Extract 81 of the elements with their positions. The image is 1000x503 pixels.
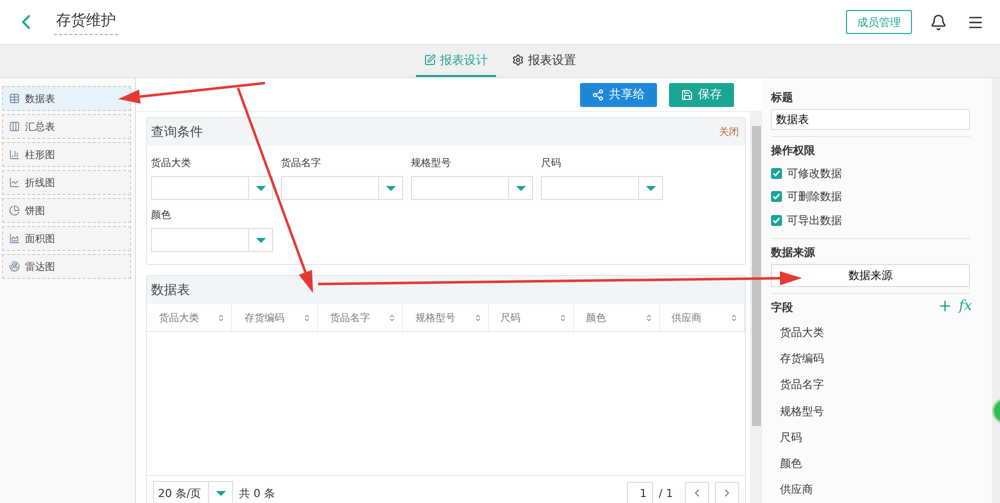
dropdown-icon (216, 490, 226, 496)
widget-icon (9, 261, 20, 272)
select-field[interactable] (281, 176, 403, 200)
section-label: 标题 (771, 90, 794, 105)
field-item[interactable]: 供应商 (771, 476, 970, 503)
tab[interactable]: 报表设置 (504, 45, 584, 77)
data-source-button[interactable]: 数据来源 (771, 264, 970, 287)
widget-item[interactable]: 数据表 (2, 86, 131, 111)
field-item[interactable]: 货品名字 (771, 372, 970, 398)
select-field[interactable] (151, 228, 273, 252)
prev-page-button[interactable] (685, 482, 709, 503)
column-header[interactable]: 货品名字 (318, 304, 404, 331)
next-page-button[interactable] (715, 482, 739, 503)
widget-item[interactable]: 雷达图 (2, 254, 131, 279)
dropdown-icon (646, 186, 656, 190)
page-total: / 1 (658, 486, 673, 500)
field-label: 货品大类 (151, 156, 192, 170)
widget-icon (9, 93, 20, 104)
total-count: 共 0 条 (239, 486, 275, 500)
column-header[interactable]: 规格型号 (403, 304, 489, 331)
sort-icon (302, 314, 311, 322)
settings-icon (512, 54, 524, 66)
column-header[interactable]: 尺码 (488, 304, 574, 331)
section-label: 数据来源 (771, 245, 816, 260)
sort-icon (644, 314, 653, 322)
scrollbar[interactable] (752, 126, 760, 426)
select-field[interactable] (411, 176, 533, 200)
field-item[interactable]: 规格型号 (771, 398, 970, 424)
sort-icon (388, 314, 396, 322)
save-icon (681, 88, 693, 100)
page-size-select[interactable]: 20 条/页 (153, 481, 233, 503)
widget-icon (9, 177, 20, 188)
widget-item[interactable]: 汇总表 (2, 114, 131, 139)
sort-icon (217, 314, 226, 322)
checkbox-label: 可修改数据 (787, 166, 842, 182)
column-header[interactable]: 供应商 (660, 304, 745, 331)
widget-item[interactable]: 饼图 (2, 198, 131, 223)
panel-title: 查询条件 (151, 124, 203, 141)
checkbox[interactable] (771, 168, 782, 180)
dropdown-icon (516, 186, 526, 190)
page-input[interactable]: 1 (626, 482, 653, 503)
checkbox-label: 可导出数据 (787, 212, 842, 228)
field-label: 颜色 (151, 208, 172, 222)
share-button[interactable]: 共享给 (580, 82, 657, 106)
field-item[interactable]: 颜色 (771, 450, 970, 477)
widget-icon (9, 233, 20, 244)
title-input[interactable]: 数据表 (771, 109, 970, 130)
dropdown-icon (256, 238, 266, 242)
column-header[interactable]: 存货编码 (232, 304, 318, 331)
bell-icon[interactable] (930, 14, 947, 30)
widget-item[interactable]: 面积图 (2, 226, 131, 251)
dropdown-icon (386, 186, 396, 190)
edit-icon (424, 54, 436, 66)
section-label: 字段 (771, 300, 793, 315)
dropdown-icon (256, 186, 266, 190)
page-title: 存货维护 (54, 9, 118, 35)
widget-item[interactable]: 柱形图 (2, 142, 131, 167)
checkbox-label: 可删除数据 (787, 189, 842, 204)
widget-item[interactable]: 折线图 (2, 170, 131, 195)
widget-icon (9, 121, 20, 132)
sort-icon (559, 314, 568, 322)
widget-icon (9, 205, 20, 216)
checkbox[interactable] (771, 191, 782, 202)
sort-icon (730, 314, 738, 322)
field-label: 尺码 (541, 157, 562, 170)
sort-icon (474, 314, 482, 322)
column-header[interactable]: 货品大类 (147, 304, 232, 331)
select-field[interactable] (541, 176, 663, 200)
field-label: 货品名字 (281, 156, 322, 170)
field-item[interactable]: 尺码 (771, 424, 970, 450)
close-link[interactable]: 关闭 (719, 125, 739, 139)
column-header[interactable]: 颜色 (574, 304, 660, 331)
field-label: 规格型号 (411, 156, 452, 170)
select-field[interactable] (151, 176, 273, 200)
field-item[interactable]: 货品大类 (771, 318, 970, 346)
section-label: 操作权限 (771, 142, 816, 158)
share-icon (592, 88, 604, 100)
field-item[interactable]: 存货编码 (771, 345, 970, 372)
widget-icon (9, 149, 20, 160)
checkbox[interactable] (771, 214, 782, 226)
panel-title: 数据表 (151, 282, 190, 299)
